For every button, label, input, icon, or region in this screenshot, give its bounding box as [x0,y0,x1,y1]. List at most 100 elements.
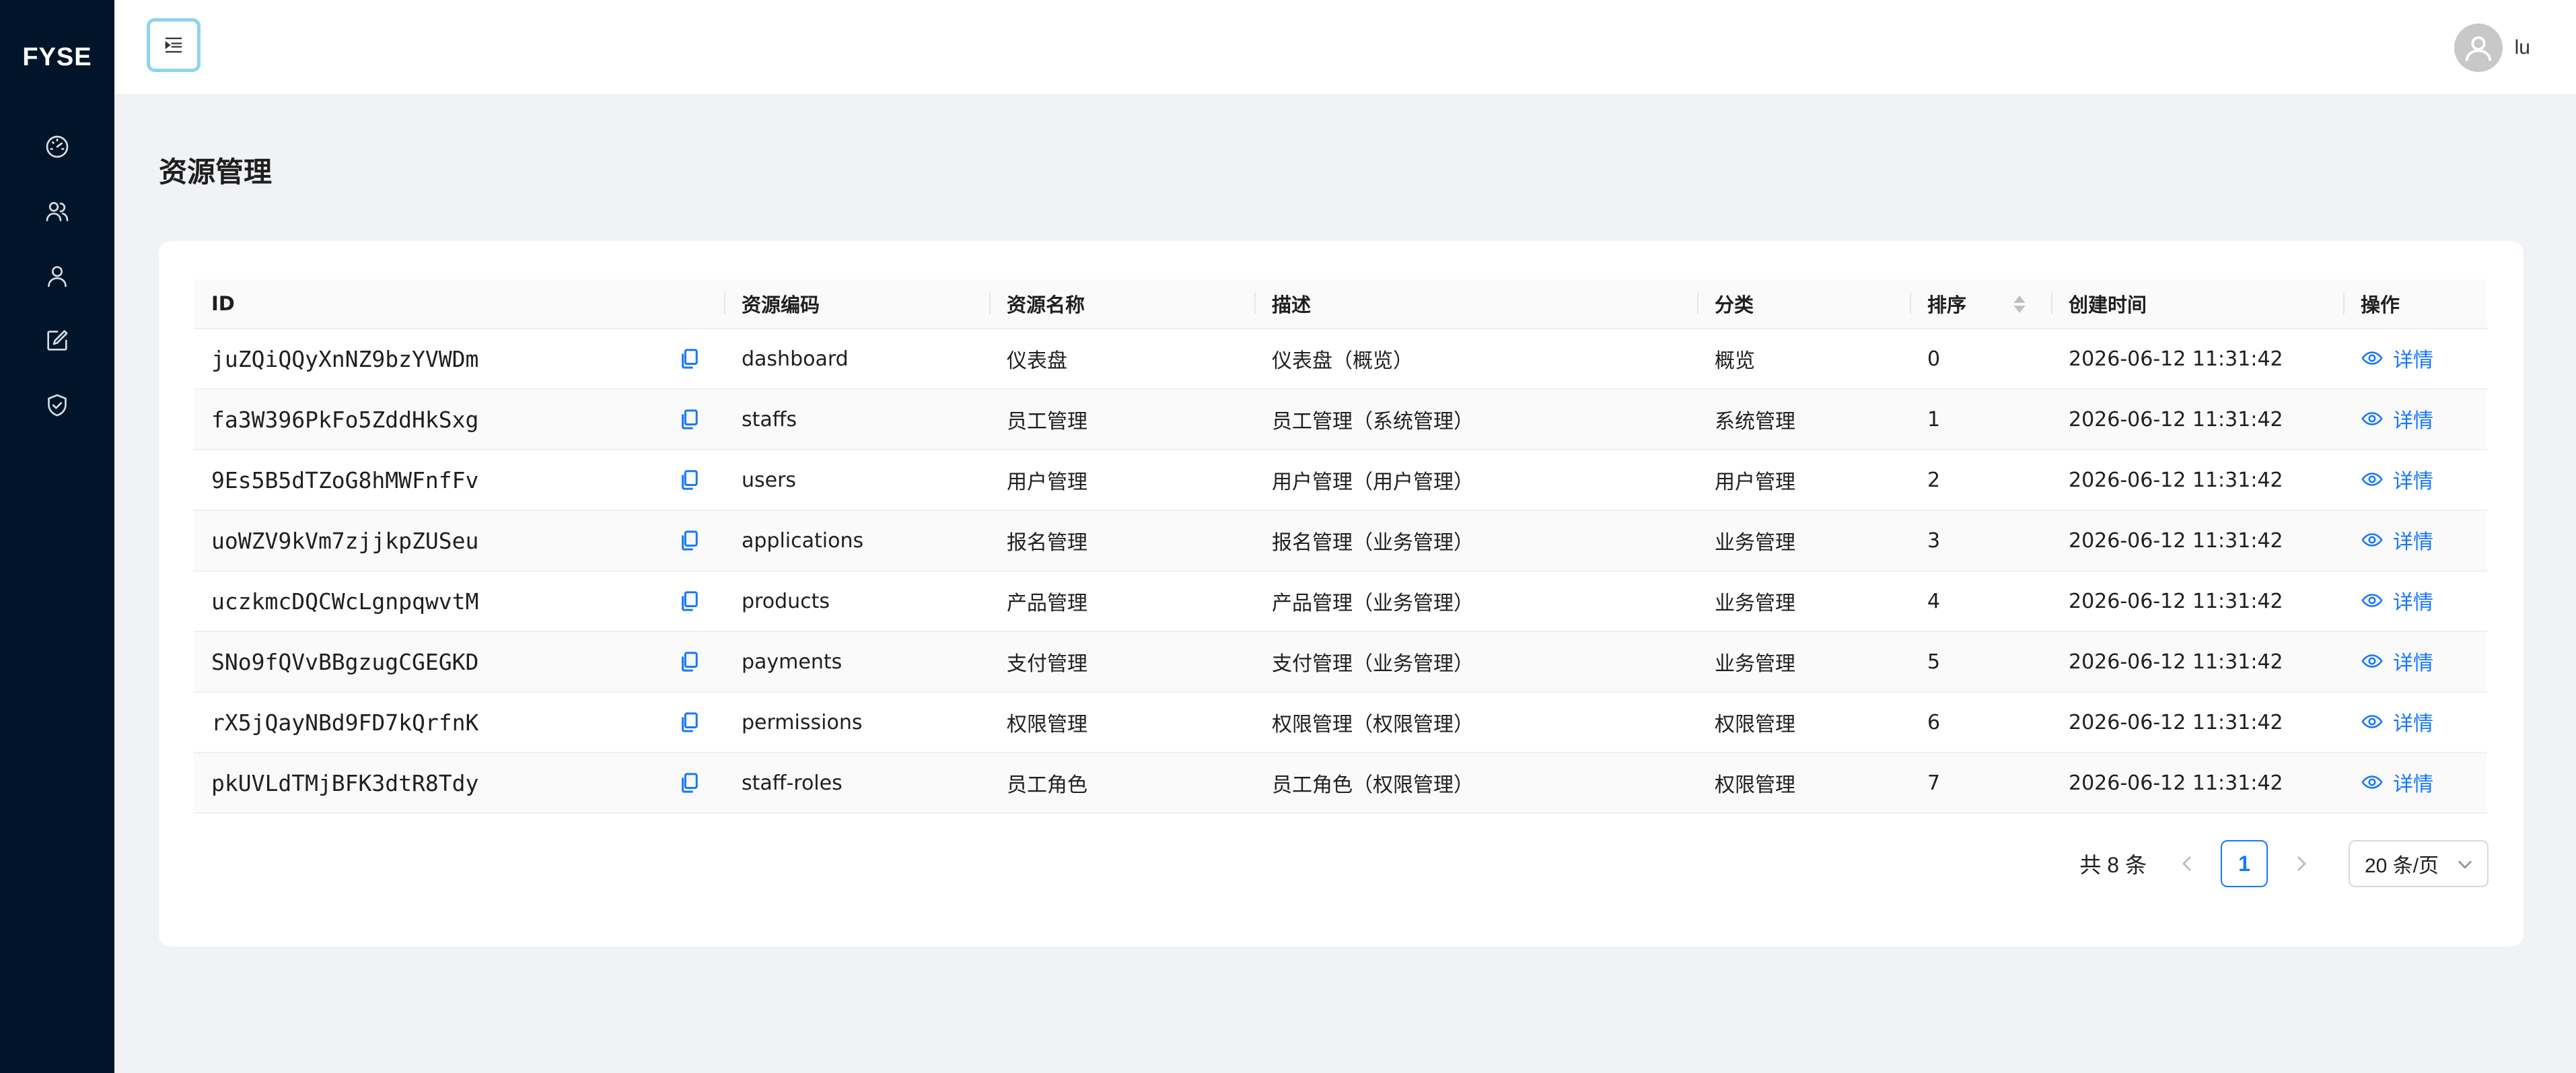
sidebar-item-permissions[interactable] [0,373,114,438]
view-detail-label: 详情 [2393,409,2433,433]
cell-description: 报名管理（业务管理） [1254,510,1697,572]
copy-icon[interactable] [680,652,699,672]
staff-icon [46,202,69,221]
user-avatar-icon [2465,36,2491,61]
cell-description: 权限管理（权限管理） [1254,692,1697,753]
table-row: 9Es5B5dTZoG8hMWFnfFv users 用户管理 用户管理（用户管理）用… [194,450,2487,511]
eye-icon [2361,593,2383,607]
view-detail-button[interactable]: 详情 [2361,646,2433,676]
cell-id: SNo9fQVvBBgzugCGEGKD [194,631,724,693]
cell-category: 业务管理 [1697,631,1910,693]
cell-code: users [724,450,989,511]
view-detail-label: 详情 [2393,590,2433,615]
cell-action: 详情 [2343,631,2487,693]
page-title: 资源管理 [159,155,273,188]
chevron-down-icon [2458,860,2472,869]
cell-created: 2026-06-12 11:31:42 [2051,692,2343,753]
cell-id: uczkmcDQCWcLgnpqwvtM [194,571,724,632]
column-header-order-label: 排序 [1927,293,1967,316]
sort-icon[interactable] [2012,294,2027,314]
cell-description: 员工管理（系统管理） [1254,389,1697,450]
menu-toggle-button[interactable] [147,18,201,72]
view-detail-label: 详情 [2393,348,2433,372]
copy-icon[interactable] [680,409,699,429]
column-header-order[interactable]: 排序 [1910,279,2051,329]
user-icon [48,266,67,287]
cell-action: 详情 [2343,450,2487,511]
copy-icon[interactable] [680,773,699,793]
cell-name: 员工角色 [989,753,1254,814]
table-row: fa3W396PkFo5ZddHkSxg staffs 员工管理 员工管理（系统管理）… [194,389,2487,450]
column-header-id: ID [194,279,724,329]
resource-id: pkUVLdTMjBFK3dtR8Tdy [211,769,479,796]
cell-name: 支付管理 [989,631,1254,693]
view-detail-button[interactable]: 详情 [2361,767,2433,797]
eye-icon [2361,351,2383,365]
cell-created: 2026-06-12 11:31:42 [2051,753,2343,814]
user-menu[interactable]: lu [2454,24,2530,72]
cell-action: 详情 [2343,571,2487,632]
view-detail-label: 详情 [2393,530,2433,554]
sidebar-item-users[interactable] [0,244,114,308]
page-size-select[interactable]: 20 条/页 [2349,840,2489,887]
cell-description: 用户管理（用户管理） [1254,450,1697,511]
cell-category: 系统管理 [1697,389,1910,450]
cell-name: 报名管理 [989,510,1254,572]
cell-id: fa3W396PkFo5ZddHkSxg [194,389,724,450]
sidebar-item-edit[interactable] [0,308,114,373]
cell-id: uoWZV9kVm7zjjkpZUSeu [194,510,724,572]
cell-order: 4 [1910,571,2051,632]
chevron-right-icon [2297,856,2307,872]
cell-order: 1 [1910,389,2051,450]
cell-action: 详情 [2343,692,2487,753]
eye-icon [2361,775,2383,789]
view-detail-label: 详情 [2393,469,2433,493]
dashboard-icon [46,135,69,158]
table-row: uoWZV9kVm7zjjkpZUSeu applications 报名管理 报名管理… [194,510,2487,572]
copy-icon[interactable] [680,349,699,369]
sidebar: FYSE [0,0,114,1073]
view-detail-label: 详情 [2393,712,2433,736]
view-detail-button[interactable]: 详情 [2361,343,2433,373]
sidebar-item-staff[interactable] [0,179,114,244]
column-header-name: 资源名称 [989,279,1254,329]
shield-check-icon [48,394,67,417]
view-detail-label: 详情 [2393,772,2433,796]
cell-created: 2026-06-12 11:31:42 [2051,450,2343,511]
cell-created: 2026-06-12 11:31:42 [2051,571,2343,632]
table-row: juZQiQQyXnNZ9bzYVWDm dashboard 仪表盘 仪表盘（概览）概… [194,328,2487,390]
cell-created: 2026-06-12 11:31:42 [2051,328,2343,390]
cell-code: payments [724,631,989,693]
cell-category: 权限管理 [1697,753,1910,814]
copy-icon[interactable] [680,712,699,732]
resource-id: SNo9fQVvBBgzugCGEGKD [211,648,479,675]
username[interactable]: lu [2515,36,2530,59]
cell-name: 产品管理 [989,571,1254,632]
cell-created: 2026-06-12 11:31:42 [2051,631,2343,693]
avatar[interactable] [2454,24,2503,72]
prev-page-button[interactable] [2171,840,2203,887]
view-detail-button[interactable]: 详情 [2361,586,2433,615]
cell-created: 2026-06-12 11:31:42 [2051,510,2343,572]
page-number-button[interactable]: 1 [2221,840,2268,887]
cell-action: 详情 [2343,753,2487,814]
cell-order: 2 [1910,450,2051,511]
sidebar-item-dashboard[interactable] [0,114,114,179]
view-detail-button[interactable]: 详情 [2361,464,2433,494]
view-detail-button[interactable]: 详情 [2361,707,2433,736]
cell-category: 业务管理 [1697,510,1910,572]
cell-order: 7 [1910,753,2051,814]
view-detail-button[interactable]: 详情 [2361,404,2433,434]
cell-category: 概览 [1697,328,1910,390]
copy-icon[interactable] [680,530,699,551]
page-size-label: 20 条/页 [2365,855,2439,877]
cell-order: 6 [1910,692,2051,753]
next-page-button[interactable] [2285,840,2318,887]
view-detail-button[interactable]: 详情 [2361,525,2433,555]
column-header-category: 分类 [1697,279,1910,329]
cell-name: 用户管理 [989,450,1254,511]
cell-action: 详情 [2343,389,2487,450]
copy-icon[interactable] [680,591,699,611]
copy-icon[interactable] [680,470,699,490]
cell-category: 业务管理 [1697,571,1910,632]
